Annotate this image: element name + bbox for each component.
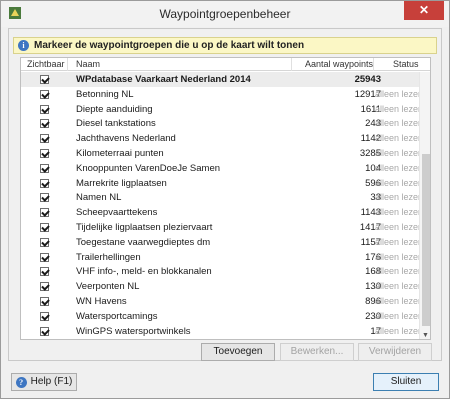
- table-header: Zichtbaar Naam Aantal waypoints Status: [21, 58, 430, 71]
- info-banner: i Markeer de waypointgroepen die u op de…: [13, 37, 437, 54]
- group-name: WPdatabase Vaarkaart Nederland 2014: [76, 74, 251, 85]
- table-row[interactable]: Diepte aanduiding 1611 alleen lezen: [21, 102, 423, 117]
- add-button[interactable]: Toevoegen: [201, 343, 275, 361]
- row-name: VHF info-, meld- en blokkanalen: [76, 266, 212, 278]
- vertical-scrollbar[interactable]: ▼: [419, 72, 430, 339]
- column-header-name[interactable]: Naam: [76, 59, 100, 69]
- visible-checkbox[interactable]: [40, 282, 49, 292]
- visible-checkbox[interactable]: [40, 237, 49, 247]
- visible-checkbox[interactable]: [40, 267, 49, 277]
- row-name: Diepte aanduiding: [76, 103, 153, 115]
- row-status: alleen lezen: [375, 177, 424, 188]
- visible-checkbox[interactable]: [40, 178, 49, 188]
- table-row[interactable]: Tijdelijke ligplaatsen pleziervaart 1417 a…: [21, 220, 423, 235]
- table-body: WPdatabase Vaarkaart Nederland 2014 2594…: [21, 72, 423, 339]
- row-status: alleen lezen: [375, 162, 424, 173]
- table-row[interactable]: Toegestane vaarwegdieptes dm 1157 alleen l…: [21, 235, 423, 250]
- delete-button[interactable]: Verwijderen: [358, 343, 432, 361]
- visible-checkbox[interactable]: [40, 134, 49, 144]
- visible-checkbox[interactable]: [40, 119, 49, 129]
- visible-checkbox[interactable]: [40, 163, 49, 173]
- visible-checkbox[interactable]: [40, 296, 49, 306]
- table-row[interactable]: Namen NL 33 alleen lezen: [21, 190, 423, 205]
- row-status: alleen lezen: [375, 251, 424, 262]
- table-row[interactable]: Veerponten NL 130 alleen lezen: [21, 279, 423, 294]
- title-bar: Waypointgroepenbeheer ✕: [1, 1, 449, 27]
- visible-checkbox[interactable]: [40, 193, 49, 203]
- table-row[interactable]: Watersportcamings 230 alleen lezen: [21, 309, 423, 324]
- row-status: alleen lezen: [375, 103, 424, 114]
- row-name: Knooppunten VarenDoeJe Samen: [76, 162, 221, 174]
- scroll-down-icon[interactable]: ▼: [422, 332, 429, 339]
- scrollbar-thumb[interactable]: [422, 154, 430, 326]
- row-status: alleen lezen: [375, 295, 424, 306]
- row-status: alleen lezen: [375, 281, 424, 292]
- row-name: Veerponten NL: [76, 281, 140, 293]
- waypoint-groups-table: Zichtbaar Naam Aantal waypoints Status W…: [20, 57, 431, 340]
- window-title: Waypointgroepenbeheer: [159, 7, 291, 21]
- row-status: alleen lezen: [375, 266, 424, 277]
- row-status: alleen lezen: [375, 147, 424, 158]
- column-header-count[interactable]: Aantal waypoints: [305, 59, 373, 69]
- row-status: alleen lezen: [375, 310, 424, 321]
- table-row[interactable]: Diesel tankstations 243 alleen lezen: [21, 116, 423, 131]
- row-status: alleen lezen: [375, 236, 424, 247]
- close-window-button[interactable]: ✕: [404, 1, 444, 20]
- info-icon: i: [18, 40, 29, 51]
- column-header-status[interactable]: Status: [393, 59, 419, 69]
- row-name: Jachthavens Nederland: [76, 133, 176, 145]
- visible-checkbox[interactable]: [40, 148, 49, 158]
- row-status: alleen lezen: [375, 221, 424, 232]
- table-row[interactable]: Scheepvaarttekens 1143 alleen lezen: [21, 205, 423, 220]
- row-name: Marrekrite ligplaatsen: [76, 177, 167, 189]
- row-status: alleen lezen: [375, 118, 424, 129]
- row-status: alleen lezen: [375, 192, 424, 203]
- info-text: Markeer de waypointgroepen die u op de k…: [34, 40, 305, 51]
- visible-checkbox[interactable]: [40, 222, 49, 232]
- row-name: WinGPS watersportwinkels: [76, 325, 191, 337]
- table-row[interactable]: WN Havens 896 alleen lezen: [21, 294, 423, 309]
- row-name: Scheepvaarttekens: [76, 207, 158, 219]
- visible-checkbox[interactable]: [40, 89, 49, 99]
- table-row[interactable]: WinGPS watersportwinkels 17 alleen lezen: [21, 324, 423, 339]
- row-status: alleen lezen: [375, 325, 424, 336]
- row-name: Toegestane vaarwegdieptes dm: [76, 236, 211, 248]
- close-button[interactable]: Sluiten: [373, 373, 439, 391]
- group-row[interactable]: WPdatabase Vaarkaart Nederland 2014 2594…: [21, 72, 419, 87]
- row-name: Namen NL: [76, 192, 122, 204]
- row-name: Trailerhellingen: [76, 251, 141, 263]
- row-status: alleen lezen: [375, 207, 424, 218]
- dialog-window: Waypointgroepenbeheer ✕ i Markeer de way…: [0, 0, 450, 399]
- row-name: Watersportcamings: [76, 310, 158, 322]
- row-name: Betonning NL: [76, 88, 134, 100]
- help-button[interactable]: ? Help (F1): [11, 373, 77, 391]
- help-button-label: Help (F1): [30, 376, 73, 387]
- table-row[interactable]: VHF info-, meld- en blokkanalen 168 alleen…: [21, 264, 423, 279]
- table-row[interactable]: Marrekrite ligplaatsen 596 alleen lezen: [21, 176, 423, 191]
- column-header-visible[interactable]: Zichtbaar: [27, 59, 65, 69]
- table-row[interactable]: Knooppunten VarenDoeJe Samen 104 alleen le…: [21, 161, 423, 176]
- row-name: Tijdelijke ligplaatsen pleziervaart: [76, 221, 213, 233]
- edit-button[interactable]: Bewerken...: [280, 343, 354, 361]
- group-checkbox[interactable]: [40, 75, 49, 84]
- visible-checkbox[interactable]: [40, 311, 49, 321]
- visible-checkbox[interactable]: [40, 326, 49, 336]
- visible-checkbox[interactable]: [40, 208, 49, 218]
- help-icon: ?: [15, 377, 27, 388]
- visible-checkbox[interactable]: [40, 104, 49, 114]
- table-row[interactable]: Betonning NL 12917 alleen lezen: [21, 87, 423, 102]
- visible-checkbox[interactable]: [40, 252, 49, 262]
- table-row[interactable]: Trailerhellingen 176 alleen lezen: [21, 250, 423, 265]
- table-row[interactable]: Windmolens676alleen lezen: [21, 338, 419, 339]
- row-status: alleen lezen: [375, 88, 424, 99]
- row-name: WN Havens: [76, 295, 127, 307]
- row-name: Diesel tankstations: [76, 118, 156, 130]
- table-row[interactable]: Jachthavens Nederland 1142 alleen lezen: [21, 131, 423, 146]
- row-status: alleen lezen: [375, 133, 424, 144]
- table-row[interactable]: Kilometerraai punten 3285 alleen lezen: [21, 146, 423, 161]
- row-name: Kilometerraai punten: [76, 147, 164, 159]
- group-count: 25943: [354, 74, 381, 85]
